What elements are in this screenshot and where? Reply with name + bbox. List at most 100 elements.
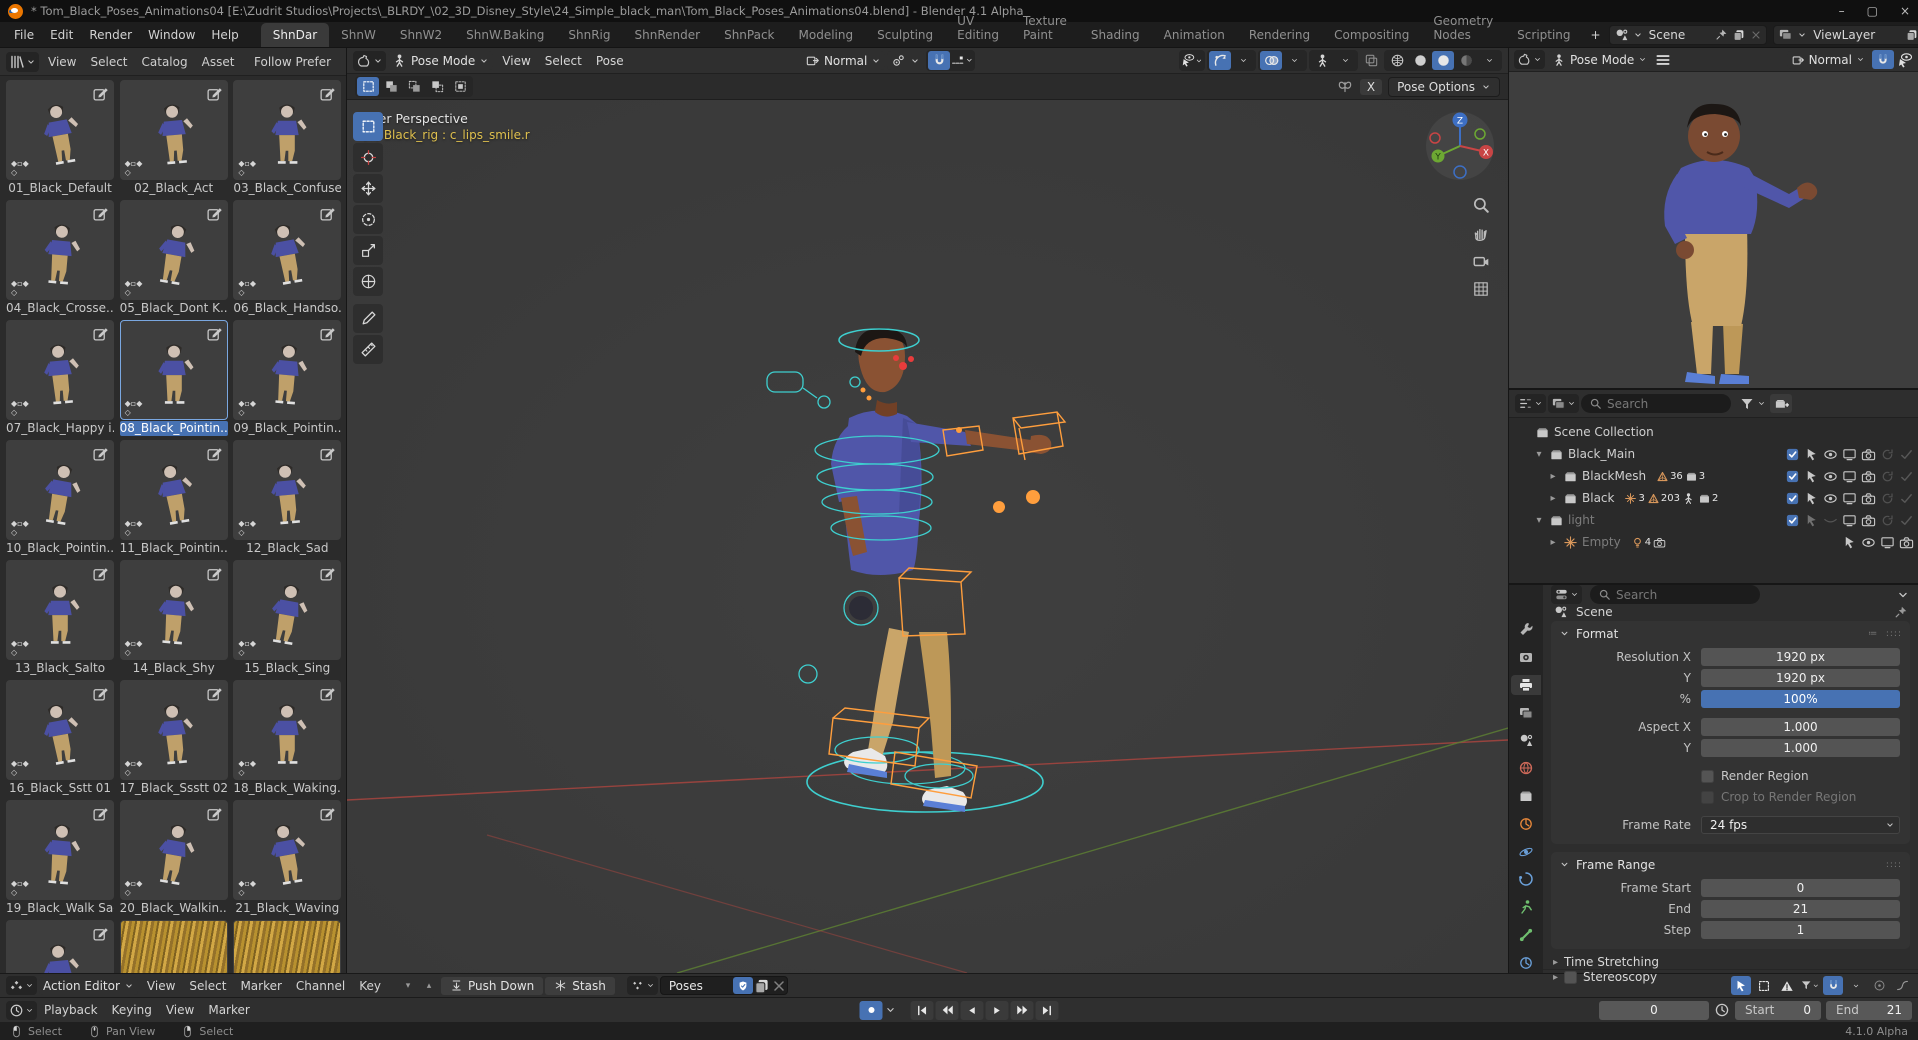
mode-dropdown[interactable]: Pose Mode — [388, 51, 493, 70]
dope-menu-view[interactable]: View — [140, 976, 182, 996]
edit-asset-icon[interactable] — [92, 205, 109, 222]
edit-asset-icon[interactable] — [319, 805, 336, 822]
action-name-field[interactable]: Poses — [661, 979, 733, 993]
orientation-dropdown[interactable]: Normal — [801, 51, 885, 70]
toolselect-button[interactable] — [353, 112, 383, 141]
properties-tab-world[interactable] — [1511, 758, 1541, 779]
monitor-toggle[interactable] — [1842, 513, 1857, 528]
edit-asset-icon[interactable] — [206, 85, 223, 102]
edit-asset-icon[interactable] — [92, 805, 109, 822]
edit-asset-icon[interactable] — [319, 445, 336, 462]
asset-thumbnail[interactable]: ◆▫◆◇ — [233, 680, 341, 780]
edit-asset-icon[interactable] — [206, 685, 223, 702]
asset-item-09-black-pointin-[interactable]: ◆▫◆◇09_Black_Pointin... — [233, 320, 341, 436]
visibility-icon[interactable] — [1897, 52, 1913, 68]
current-frame-field[interactable]: 0 — [1599, 1001, 1709, 1020]
camera-view-icon[interactable] — [1472, 252, 1490, 270]
frame-end-field[interactable]: End21 — [1826, 1001, 1912, 1020]
outliner-row-light[interactable]: ▾light — [1515, 509, 1914, 531]
cursor-toggle[interactable] — [1804, 491, 1819, 506]
edit-asset-icon[interactable] — [92, 925, 109, 942]
action-browse-dropdown[interactable] — [627, 976, 658, 995]
jump-to-end-button[interactable] — [1036, 1001, 1059, 1020]
toolannotate-button[interactable] — [353, 304, 383, 333]
camera-toggle[interactable] — [1899, 535, 1914, 550]
outliner-row-scene-collection[interactable]: Scene Collection — [1515, 421, 1914, 443]
properties-tab-viewlayer[interactable] — [1511, 702, 1541, 723]
ortho-toggle-icon[interactable] — [1472, 280, 1490, 298]
preview-canvas[interactable] — [1509, 72, 1918, 388]
only-selected-filter[interactable] — [1731, 976, 1751, 995]
collapse-icon[interactable] — [1559, 628, 1570, 639]
eye-toggle[interactable] — [1823, 491, 1838, 506]
edit-asset-icon[interactable] — [92, 85, 109, 102]
rotate-toggle[interactable] — [1880, 491, 1895, 506]
shading-dropdown[interactable] — [1478, 51, 1500, 70]
fake-user-toggle[interactable] — [733, 977, 753, 994]
asset-item-13-black-salto[interactable]: ◆▫◆◇13_Black_Salto — [6, 560, 114, 676]
outliner-row-empty[interactable]: ▸Empty4 — [1515, 531, 1914, 553]
gizmo-dropdown[interactable] — [1232, 51, 1254, 70]
pivot-dropdown[interactable] — [887, 51, 924, 70]
unlink-action-button[interactable] — [771, 978, 787, 994]
cursor-toggle[interactable] — [1842, 535, 1857, 550]
cursor-toggle[interactable] — [1804, 469, 1819, 484]
asset-thumbnail[interactable]: ◆▫◆◇ — [233, 320, 341, 420]
check-toggle[interactable] — [1785, 447, 1800, 462]
select-mode-invert[interactable] — [426, 77, 448, 96]
properties-tab-collection[interactable] — [1511, 786, 1541, 807]
asset-item-14-black-shy[interactable]: ◆▫◆◇14_Black_Shy — [120, 560, 228, 676]
monitor-toggle[interactable] — [1842, 491, 1857, 506]
aspect-y-field[interactable]: 1.000 — [1701, 739, 1900, 757]
snap-toggle[interactable] — [1872, 50, 1894, 69]
armature-display-dropdown[interactable] — [1334, 51, 1356, 70]
new-viewlayer-button[interactable] — [1905, 28, 1918, 42]
workspace-tab-sculpting[interactable]: Sculpting — [865, 23, 945, 47]
editor-type-button[interactable] — [6, 1001, 37, 1020]
snap-dropdown[interactable] — [1846, 976, 1866, 995]
close-button[interactable]: × — [1900, 4, 1910, 18]
orientation-dropdown[interactable]: Normal — [1787, 51, 1869, 69]
dope-menu-key[interactable]: Key — [352, 976, 388, 996]
dope-menu-select[interactable]: Select — [182, 976, 233, 996]
edit-asset-icon[interactable] — [92, 325, 109, 342]
asset-thumbnail[interactable]: ◆▫◆◇ — [120, 440, 228, 540]
menu-icon[interactable] — [1654, 51, 1672, 69]
frame-rate-dropdown[interactable]: 24 fps — [1701, 816, 1900, 834]
asset-item[interactable] — [120, 920, 228, 973]
expand-caret[interactable]: ▾ — [1533, 449, 1545, 460]
show-gizmo-toggle[interactable] — [1209, 51, 1231, 70]
properties-tab-misc[interactable] — [1511, 952, 1541, 973]
asset-item-07-black-happy-i-[interactable]: ◆▫◆◇07_Black_Happy i... — [6, 320, 114, 436]
edit-asset-icon[interactable] — [206, 445, 223, 462]
resolution-x-field[interactable]: 1920 px — [1701, 648, 1900, 666]
mode-dropdown[interactable]: Pose Mode — [1548, 51, 1651, 69]
editor-type-button[interactable] — [1515, 394, 1546, 413]
outliner-search[interactable]: Search — [1581, 394, 1731, 413]
expand-caret[interactable]: ▾ — [1533, 515, 1545, 526]
asset-item-06-black-handso-[interactable]: ◆▫◆◇06_Black_Handso... — [233, 200, 341, 316]
select-mode-extend[interactable] — [380, 77, 402, 96]
edit-asset-icon[interactable] — [206, 325, 223, 342]
check-toggle[interactable] — [1785, 491, 1800, 506]
expand-caret[interactable]: ▸ — [1547, 537, 1559, 548]
toolscale-button[interactable] — [353, 236, 383, 265]
asset-thumbnail[interactable]: ◆▫◆◇ — [233, 560, 341, 660]
tick-toggle[interactable] — [1899, 491, 1914, 506]
workspace-tab-compositing[interactable]: Compositing — [1322, 23, 1421, 47]
delete-scene-button[interactable] — [1750, 29, 1762, 41]
asset-thumbnail[interactable]: ◆▫◆◇ — [6, 560, 114, 660]
select-mode-subtract[interactable] — [403, 77, 425, 96]
asset-item-17-black-ssstt-02[interactable]: ◆▫◆◇17_Black_Ssstt 02 — [120, 680, 228, 796]
rotate-toggle[interactable] — [1880, 469, 1895, 484]
resolution-y-field[interactable]: 1920 px — [1701, 669, 1900, 687]
properties-search[interactable]: Search — [1590, 585, 1760, 604]
asset-menu-catalog[interactable]: Catalog — [135, 51, 195, 73]
asset-thumbnail[interactable]: ◆▫◆◇ — [6, 440, 114, 540]
scene-selector[interactable]: Scene — [1609, 25, 1768, 45]
shading-wireframe-button[interactable] — [1386, 51, 1408, 70]
panel-title[interactable]: Format — [1576, 627, 1618, 641]
asset-thumbnail[interactable]: ◆▫◆◇ — [6, 200, 114, 300]
asset-item-05-black-dont-k-[interactable]: ◆▫◆◇05_Black_Dont K... — [120, 200, 228, 316]
dope-menu-marker[interactable]: Marker — [233, 976, 288, 996]
